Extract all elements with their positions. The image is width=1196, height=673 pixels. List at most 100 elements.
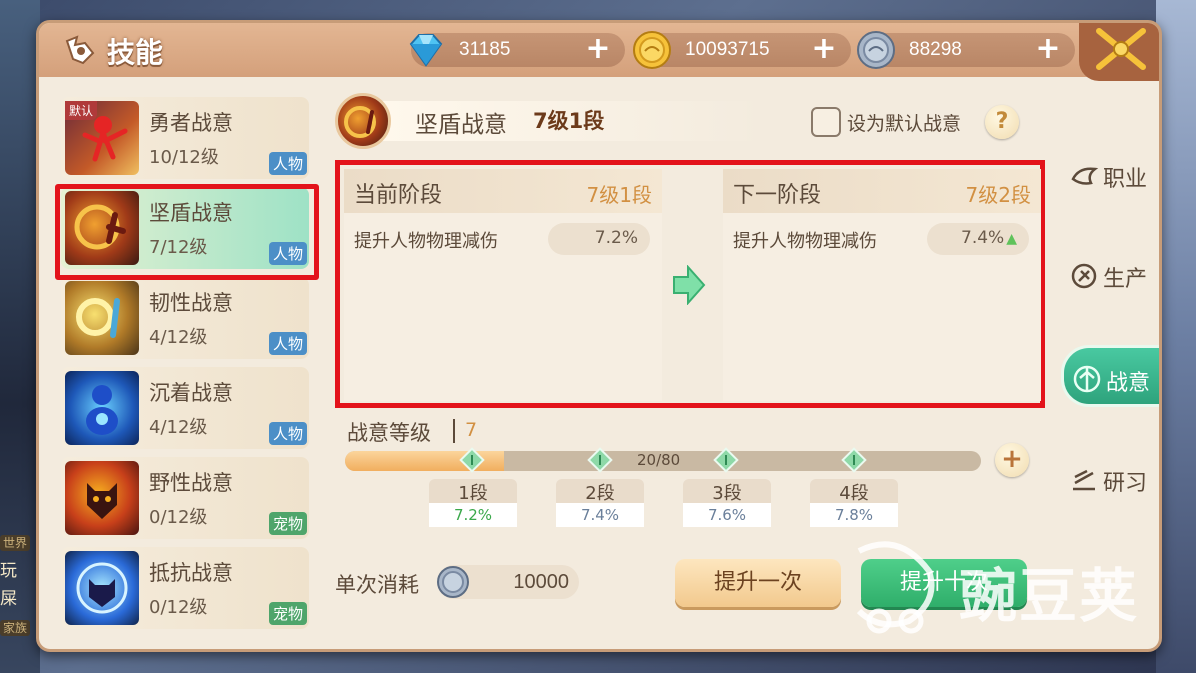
segment-item: 2段 7.4% <box>556 479 644 527</box>
current-stage-title: 当前阶段 <box>354 183 443 208</box>
skill-name: 勇者战意 <box>149 111 233 135</box>
background-right <box>1156 0 1196 673</box>
add-gold-button[interactable]: + <box>811 34 837 64</box>
tab-career[interactable]: 职业 <box>1061 147 1159 203</box>
add-diamond-button[interactable]: + <box>585 34 611 64</box>
next-stat-label: 提升人物物理减伤 <box>733 231 877 252</box>
skill-type-badge: 人物 <box>268 422 307 445</box>
next-stage-title: 下一阶段 <box>733 183 822 208</box>
tab-study[interactable]: 研习 <box>1061 451 1159 507</box>
current-stat-number: 7.2% <box>594 228 638 248</box>
skill-thumbnail <box>65 461 139 535</box>
segment-value: 7.4% <box>556 503 644 527</box>
segment-marker-icon <box>713 447 739 473</box>
skill-level: 4/12级 <box>149 417 208 438</box>
skill-item[interactable]: 抵抗战意 0/12级 宠物 <box>61 547 309 629</box>
silver-coin-icon <box>437 566 469 598</box>
window-header: 技能 31185 + 10093715 + 88298 + <box>39 23 1159 81</box>
skill-name: 抵抗战意 <box>149 561 233 585</box>
segment-value: 7.2% <box>429 503 517 527</box>
skill-thumbnail <box>65 551 139 625</box>
segment-label: 3段 <box>683 479 771 504</box>
skill-thumbnail <box>65 371 139 445</box>
skill-list: 默认 勇者战意 10/12级 人物 坚盾战意 7/12级 人物 韧性战意 4/1… <box>61 97 311 633</box>
current-stat-label: 提升人物物理减伤 <box>354 231 498 252</box>
segment-value: 7.8% <box>810 503 898 527</box>
resist-spirit-icon <box>76 562 128 614</box>
tab-battle-spirit[interactable]: 战意 <box>1061 345 1159 407</box>
skill-thumbnail <box>65 281 139 355</box>
skill-type-badge: 人物 <box>268 332 307 355</box>
arrow-right-icon <box>673 265 706 305</box>
next-stage-panel: 下一阶段 7级2段 提升人物物理减伤 7.4% ▲ <box>723 169 1041 401</box>
skill-window: 技能 31185 + 10093715 + 88298 + 默认 勇者战意 10… <box>36 20 1162 652</box>
skill-level: 10/12级 <box>149 147 219 168</box>
set-default-checkbox[interactable] <box>811 107 841 137</box>
diamond-currency: 31185 + <box>409 33 625 67</box>
segment-marker-icon <box>841 447 867 473</box>
upgrade-ten-button[interactable]: 提升十次 <box>861 559 1027 607</box>
tab-production[interactable]: 生产 <box>1061 247 1159 303</box>
close-icon <box>1096 28 1146 70</box>
skill-type-badge: 宠物 <box>268 512 307 535</box>
chat-channel-tag: 家族 <box>0 620 31 636</box>
segment-label: 2段 <box>556 479 644 504</box>
tab-label: 生产 <box>1103 267 1148 292</box>
silver-coin-icon <box>857 31 895 69</box>
selected-skill-icon <box>335 93 391 149</box>
help-button[interactable]: ? <box>985 105 1019 139</box>
default-tag: 默认 <box>65 101 98 120</box>
diamond-icon <box>409 34 443 67</box>
gold-currency: 10093715 + <box>633 31 851 69</box>
selected-skill-stage: 7级1段 <box>533 109 605 133</box>
production-icon <box>1071 263 1097 289</box>
skill-item[interactable]: 坚盾战意 7/12级 人物 <box>61 187 309 269</box>
skill-name: 野性战意 <box>149 471 233 495</box>
skill-type-badge: 宠物 <box>268 602 307 625</box>
increase-arrow-icon: ▲ <box>1006 231 1017 247</box>
gold-value: 10093715 <box>685 39 770 60</box>
segment-marker-icon <box>459 447 485 473</box>
next-stat-number: 7.4% <box>961 228 1005 248</box>
segment-value: 7.6% <box>683 503 771 527</box>
divider <box>453 419 455 443</box>
window-title: 技能 <box>107 36 164 69</box>
cost-pill: 10000 <box>437 565 579 599</box>
segment-marker-icon <box>587 447 613 473</box>
skill-level: 0/12级 <box>149 597 208 618</box>
add-silver-button[interactable]: + <box>1035 34 1061 64</box>
close-button[interactable] <box>1079 23 1159 81</box>
skill-item[interactable]: 默认 勇者战意 10/12级 人物 <box>61 97 309 179</box>
skill-item[interactable]: 野性战意 0/12级 宠物 <box>61 457 309 539</box>
chat-channel-tag: 世界 <box>0 535 31 551</box>
upgrade-once-button[interactable]: 提升一次 <box>675 559 841 607</box>
current-stat-value: 7.2% <box>548 223 650 255</box>
current-stage-level: 7级1段 <box>586 183 652 207</box>
skill-type-badge: 人物 <box>268 152 307 175</box>
next-stat-value: 7.4% ▲ <box>927 223 1029 255</box>
silver-value: 88298 <box>909 39 962 60</box>
skill-name: 沉着战意 <box>149 381 233 405</box>
diamond-value: 31185 <box>459 39 511 60</box>
shield-spirit-icon <box>74 204 126 250</box>
segment-item: 3段 7.6% <box>683 479 771 527</box>
career-icon <box>1071 167 1099 185</box>
chat-line: 玩 <box>0 561 17 581</box>
segment-label: 4段 <box>810 479 898 504</box>
next-stage-level: 7级2段 <box>965 183 1031 207</box>
skill-item[interactable]: 韧性战意 4/12级 人物 <box>61 277 309 359</box>
progress-text: 20/80 <box>637 451 681 469</box>
chat-line: 屎 <box>0 589 17 609</box>
segment-item: 4段 7.8% <box>810 479 898 527</box>
shield-spirit-icon <box>344 106 376 138</box>
stage-comparison: 当前阶段 7级1段 提升人物物理减伤 7.2% 下一阶段 7级2段 提升人物物理… <box>335 160 1045 408</box>
skill-thumbnail <box>65 191 139 265</box>
skill-name: 坚盾战意 <box>149 201 233 225</box>
background-chat: 世界 玩 屎 家族 <box>0 528 40 642</box>
selected-skill-name: 坚盾战意 <box>415 112 507 138</box>
skill-item[interactable]: 沉着战意 4/12级 人物 <box>61 367 309 449</box>
tenacity-spirit-icon <box>76 298 120 338</box>
add-level-button[interactable]: + <box>995 443 1029 477</box>
skill-level: 0/12级 <box>149 507 208 528</box>
segment-item: 1段 7.2% <box>429 479 517 527</box>
